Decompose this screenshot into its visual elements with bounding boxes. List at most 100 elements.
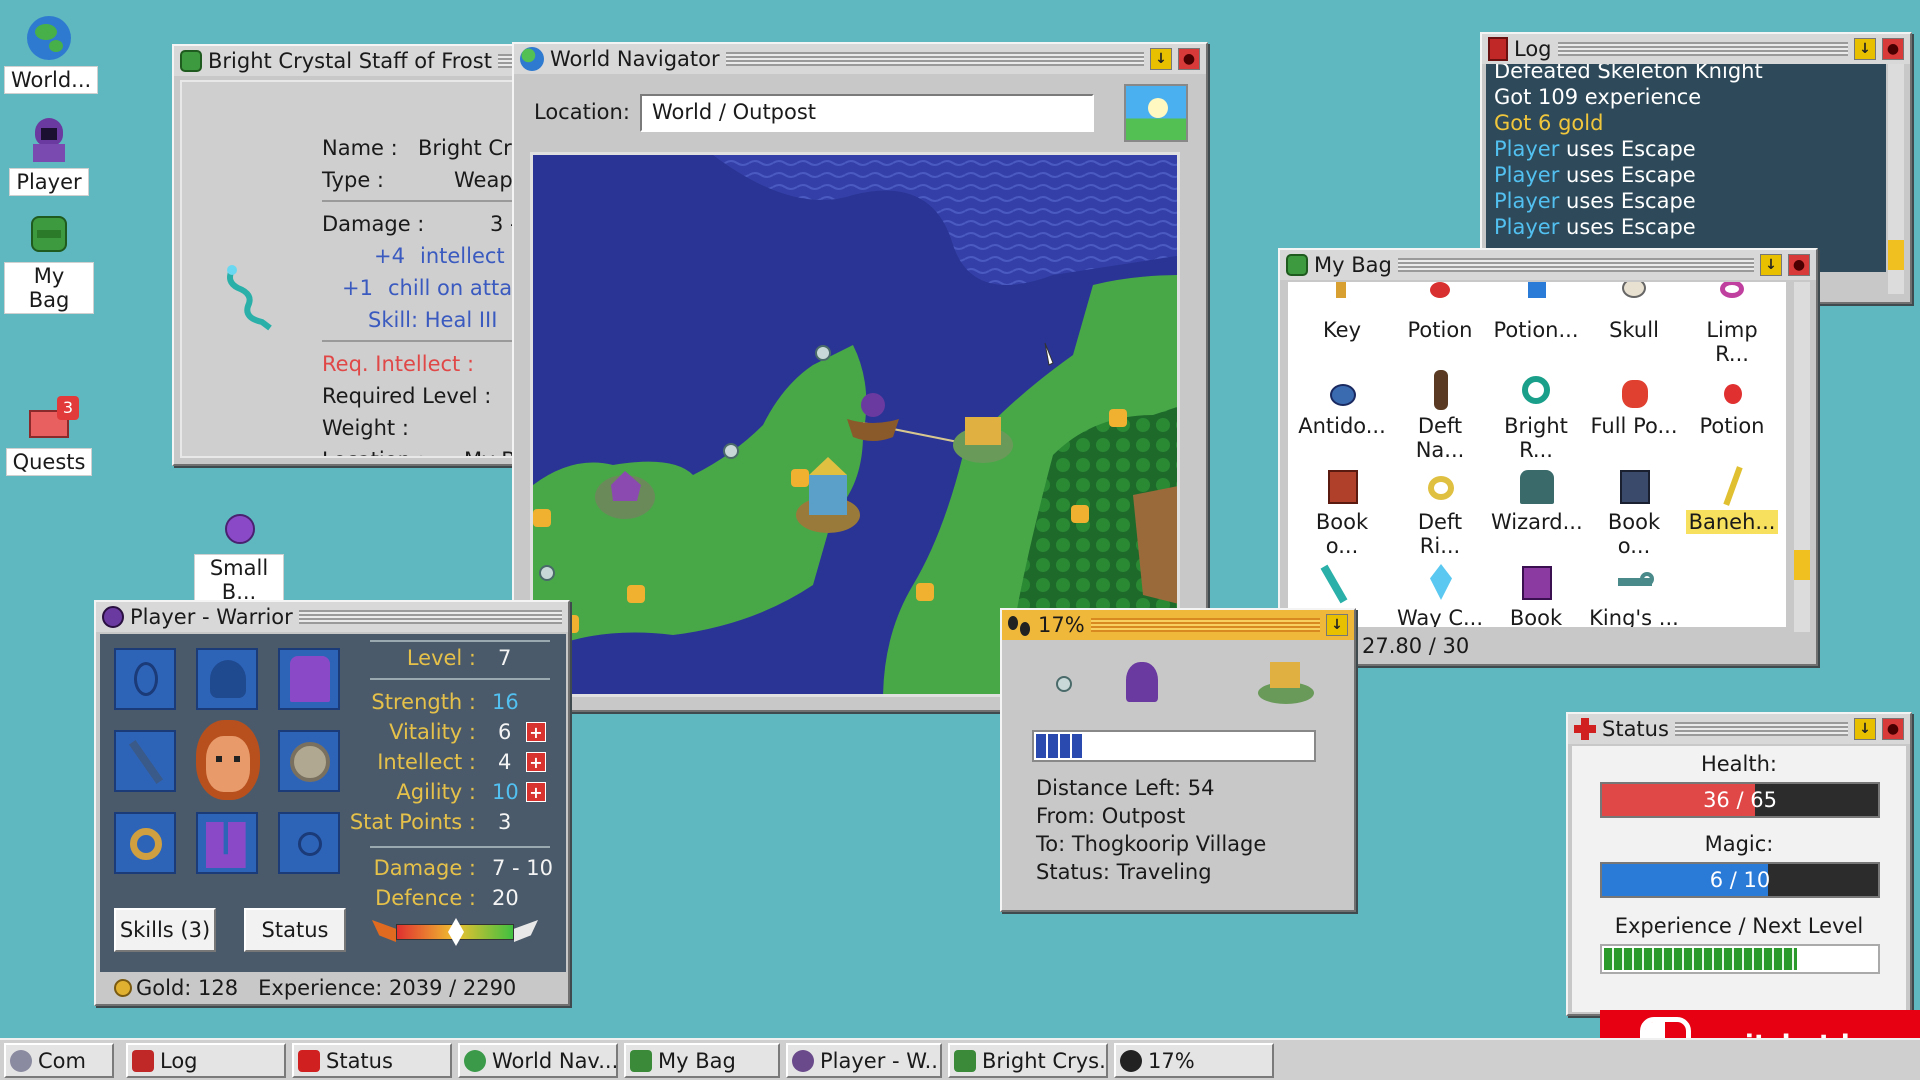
envelope-icon: 3 xyxy=(25,396,79,444)
bag-window[interactable]: My Bag ↓ ● Key Potion Potion... Skull Li… xyxy=(1278,248,1818,666)
bag-item[interactable]: Bright R... xyxy=(1488,364,1584,462)
taskbar-item-item[interactable]: Bright Crys... xyxy=(948,1043,1108,1078)
bag-item[interactable]: Deft Ri... xyxy=(1392,460,1488,558)
minimize-button[interactable]: ↓ xyxy=(1854,718,1876,740)
bag-item[interactable]: Way C... xyxy=(1392,556,1488,627)
travel-status: Status: Traveling xyxy=(1036,860,1212,884)
mace-icon xyxy=(128,740,164,784)
taskbar-item-travel[interactable]: 17% xyxy=(1114,1043,1274,1078)
taskbar-item-com[interactable]: Com xyxy=(4,1043,114,1078)
taskbar-item-world-navigator[interactable]: World Nav... xyxy=(458,1043,618,1078)
bag-item[interactable]: Potion... xyxy=(1488,282,1584,364)
strength-label: Strength : xyxy=(371,690,476,714)
bag-item[interactable]: Limp R... xyxy=(1684,282,1780,366)
close-button[interactable]: ● xyxy=(1178,48,1200,70)
bag-item[interactable]: King's ... xyxy=(1586,556,1682,627)
close-button[interactable]: ● xyxy=(1788,254,1810,276)
travel-from: From: Outpost xyxy=(1036,804,1186,828)
location-field[interactable]: World / Outpost xyxy=(640,94,1094,132)
equip-slot-weapon[interactable] xyxy=(114,730,176,792)
travel-titlebar[interactable]: 17% ↓ xyxy=(1002,610,1354,640)
amulet-icon xyxy=(134,662,158,696)
taskbar-item-status[interactable]: Status xyxy=(292,1043,452,1078)
minimize-button[interactable]: ↓ xyxy=(1326,614,1348,636)
ring-icon xyxy=(1712,282,1752,314)
item-name-value: Bright Cry xyxy=(418,136,518,160)
bag-item[interactable]: Deft Na... xyxy=(1392,364,1488,462)
navigator-titlebar[interactable]: World Navigator ↓ ● xyxy=(514,44,1206,74)
backpack-icon xyxy=(1286,254,1308,276)
add-vitality-button[interactable]: + xyxy=(526,722,546,742)
bag-item[interactable]: Key xyxy=(1294,282,1390,364)
close-button[interactable]: ● xyxy=(1882,718,1904,740)
status-titlebar[interactable]: Status ↓ ● xyxy=(1568,714,1910,744)
bonus-intellect-num: +4 xyxy=(374,244,405,268)
item-window-titlebar[interactable]: Bright Crystal Staff of Frost xyxy=(174,46,518,76)
equip-slot-chest[interactable] xyxy=(278,648,340,710)
travel-window[interactable]: 17% ↓ Distance Left: 54 From: Outpost To… xyxy=(1000,608,1356,912)
bag-item-selected[interactable]: Baneh... xyxy=(1684,460,1780,556)
equip-slot-shield[interactable] xyxy=(278,730,340,792)
desktop-icon-world[interactable]: World... xyxy=(4,14,99,94)
bag-item[interactable]: Potion xyxy=(1392,282,1488,364)
bag-item[interactable]: Wizard... xyxy=(1488,460,1584,556)
backpack-icon xyxy=(180,50,202,72)
bag-scrollbar[interactable] xyxy=(1794,282,1810,632)
taskbar-item-my-bag[interactable]: My Bag xyxy=(624,1043,780,1078)
club-icon xyxy=(1420,370,1460,410)
desktop-icon-quests[interactable]: 3 Quests xyxy=(4,396,94,476)
helmet-icon xyxy=(210,660,246,698)
title-grip xyxy=(298,610,562,624)
equip-slot-ring[interactable] xyxy=(114,812,176,874)
bag-item[interactable]: Full Po... xyxy=(1586,364,1682,460)
minimize-button[interactable]: ↓ xyxy=(1760,254,1782,276)
equip-slot-head[interactable] xyxy=(196,648,258,710)
title-grip xyxy=(1090,618,1320,632)
log-line: Defeated Skeleton Knight xyxy=(1494,64,1763,83)
item-window[interactable]: Bright Crystal Staff of Frost Name : Bri… xyxy=(172,44,520,466)
log-titlebar[interactable]: Log ↓ ● xyxy=(1482,34,1910,64)
experience-fill xyxy=(1604,948,1798,970)
equip-slot-boots[interactable] xyxy=(196,812,258,874)
ring-icon xyxy=(298,832,322,856)
add-intellect-button[interactable]: + xyxy=(526,752,546,772)
globe-icon xyxy=(464,1049,486,1072)
minimize-button[interactable]: ↓ xyxy=(1150,48,1172,70)
minimize-button[interactable]: ↓ xyxy=(1854,38,1876,60)
travel-progress-bar xyxy=(1032,730,1316,762)
player-window[interactable]: Player - Warrior Level : 7 Strength : 16… xyxy=(94,600,570,1006)
skills-button[interactable]: Skills (3) xyxy=(114,908,216,952)
bag-item[interactable]: Skull xyxy=(1586,282,1682,364)
log-scrollbar[interactable] xyxy=(1888,64,1904,294)
status-window[interactable]: Status ↓ ● Health: 36 / 65 Magic: 6 / 10… xyxy=(1566,712,1912,1016)
bag-item[interactable]: Book o... xyxy=(1488,556,1584,627)
vitality-label: Vitality : xyxy=(389,720,476,744)
status-button[interactable]: Status xyxy=(244,908,346,952)
player-titlebar[interactable]: Player - Warrior xyxy=(96,602,568,632)
globe-icon xyxy=(520,47,544,71)
scroll-thumb[interactable] xyxy=(1888,240,1904,270)
window-title: Player - Warrior xyxy=(130,605,293,629)
potion-icon xyxy=(1712,370,1752,410)
taskbar-item-player[interactable]: Player - W... xyxy=(786,1043,942,1078)
staff-icon xyxy=(1320,562,1362,604)
item-details-panel: Name : Bright Cry Type : Weapo Damage : … xyxy=(180,80,518,458)
add-agility-button[interactable]: + xyxy=(526,782,546,802)
bag-item[interactable]: Book o... xyxy=(1294,460,1390,558)
desktop-icon-small-bag[interactable]: Small B... xyxy=(194,502,284,606)
bag-item[interactable]: Book o... xyxy=(1586,460,1682,558)
desktop-icon-bag[interactable]: My Bag xyxy=(4,210,94,314)
desktop-icon-player[interactable]: Player xyxy=(4,116,94,196)
bag-titlebar[interactable]: My Bag ↓ ● xyxy=(1280,250,1816,280)
experience-label: Experience / Next Level xyxy=(1614,914,1864,938)
close-button[interactable]: ● xyxy=(1882,38,1904,60)
bag-item[interactable]: Potion xyxy=(1684,364,1780,460)
bonus-chill-num: +1 xyxy=(342,276,373,300)
bag-item[interactable]: Antido... xyxy=(1294,364,1390,460)
travel-to: To: Thogkoorip Village xyxy=(1036,832,1267,856)
taskbar-item-log[interactable]: Log xyxy=(126,1043,286,1078)
health-bar: 36 / 65 xyxy=(1600,782,1880,818)
scroll-thumb[interactable] xyxy=(1794,550,1810,580)
equip-slot-ring2[interactable] xyxy=(278,812,340,874)
equip-slot-amulet[interactable] xyxy=(114,648,176,710)
